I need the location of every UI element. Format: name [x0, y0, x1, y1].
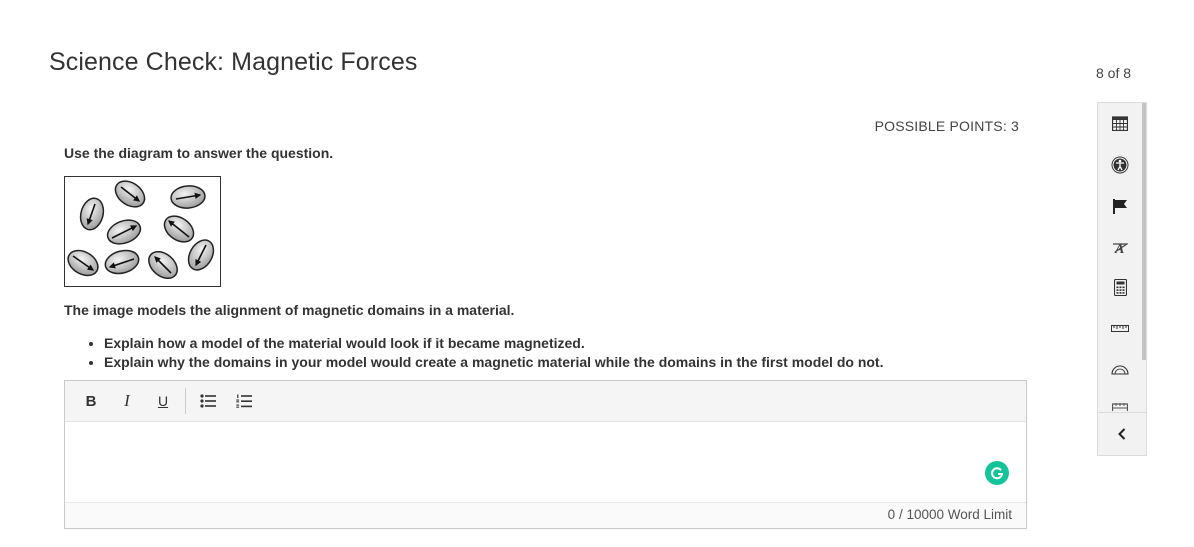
domain — [106, 219, 142, 245]
strikethrough-a-icon: A — [1113, 242, 1128, 255]
calculator-button[interactable] — [1098, 267, 1142, 308]
domain — [170, 185, 206, 209]
numbered-list-icon — [236, 394, 252, 408]
bold-button[interactable]: B — [73, 387, 109, 415]
domain — [148, 250, 178, 280]
question-counter: 8 of 8 — [1096, 65, 1132, 81]
italic-label: I — [124, 391, 130, 410]
grammarly-icon[interactable] — [985, 461, 1009, 485]
chevron-left-icon — [1118, 428, 1126, 440]
underline-label: U — [157, 393, 169, 409]
bullet-list-icon — [200, 394, 216, 408]
protractor-icon — [1111, 365, 1129, 375]
collapse-tools-button[interactable] — [1098, 412, 1146, 455]
question-prompt: Use the diagram to answer the question. — [64, 145, 334, 161]
bullet-list-button[interactable] — [190, 387, 226, 415]
calculator-icon — [1113, 279, 1127, 296]
protractor-button[interactable] — [1098, 349, 1142, 390]
instruction-list: Explain how a model of the material woul… — [64, 334, 883, 372]
accessibility-button[interactable] — [1098, 144, 1142, 185]
calendar-icon — [1112, 116, 1128, 131]
ruler-button[interactable] — [1098, 308, 1142, 349]
calendar-icon — [1112, 403, 1128, 411]
answer-editor: B I U 0 / 10000 Word Limit — [64, 380, 1027, 529]
calendar-button[interactable] — [1098, 390, 1142, 411]
bold-label: B — [85, 392, 97, 410]
word-limit: 0 / 10000 Word Limit — [65, 502, 1026, 528]
instruction-item: Explain why the domains in your model wo… — [104, 353, 883, 372]
domain — [104, 249, 140, 275]
page-title: Science Check: Magnetic Forces — [49, 48, 418, 76]
italic-button[interactable]: I — [109, 387, 145, 415]
line-reader-button[interactable]: A — [1098, 226, 1142, 267]
editor-toolbar: B I U — [65, 381, 1026, 422]
domain — [163, 215, 195, 243]
underline-button[interactable]: U — [145, 387, 181, 415]
word-limit-label: / 10000 Word Limit — [895, 507, 1012, 522]
domain — [79, 197, 105, 231]
flag-button[interactable] — [1098, 185, 1142, 226]
answer-textarea[interactable] — [65, 422, 1026, 502]
domain — [67, 249, 99, 277]
instruction-item: Explain how a model of the material woul… — [104, 334, 883, 353]
possible-points: POSSIBLE POINTS: 3 — [874, 118, 1019, 134]
question-description: The image models the alignment of magnet… — [64, 302, 515, 318]
calendar-button[interactable] — [1098, 103, 1142, 144]
tools-panel: A — [1097, 102, 1147, 456]
domain — [114, 180, 146, 208]
numbered-list-button[interactable] — [226, 387, 262, 415]
accessibility-icon — [1111, 156, 1129, 173]
toolbar-divider — [185, 388, 186, 414]
magnetic-domains-diagram — [64, 176, 221, 287]
ruler-icon — [1111, 325, 1129, 332]
flag-icon — [1113, 198, 1127, 214]
tools-scrollbar[interactable] — [1142, 103, 1146, 360]
